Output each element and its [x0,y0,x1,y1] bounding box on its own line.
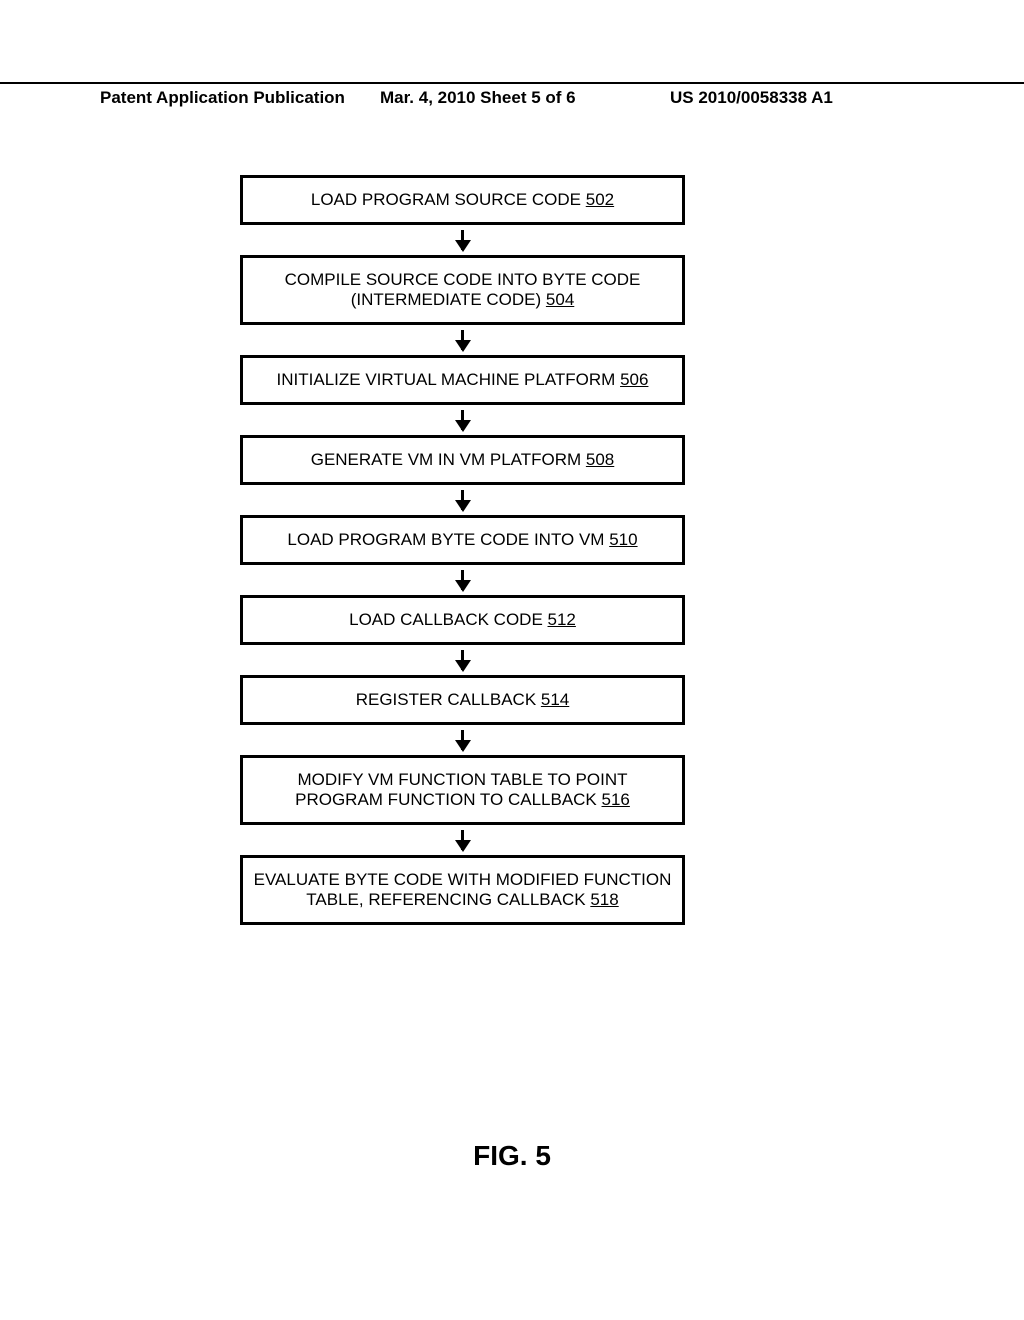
page-header: Patent Application Publication Mar. 4, 2… [0,82,1024,88]
figure-label: FIG. 5 [0,1140,1024,1172]
flow-step-512: LOAD CALLBACK CODE 512 [240,595,685,645]
flow-arrow [240,405,685,435]
step-ref: 512 [548,610,576,629]
flow-arrow [240,325,685,355]
flow-arrow [240,825,685,855]
flowchart: LOAD PROGRAM SOURCE CODE 502 COMPILE SOU… [240,175,685,925]
flow-arrow [240,725,685,755]
flow-step-506: INITIALIZE VIRTUAL MACHINE PLATFORM 506 [240,355,685,405]
flow-arrow [240,645,685,675]
header-publication: Patent Application Publication [100,88,345,108]
step-text: REGISTER CALLBACK [356,690,541,709]
step-ref: 514 [541,690,569,709]
step-ref: 504 [546,290,574,309]
step-ref: 506 [620,370,648,389]
header-date-sheet: Mar. 4, 2010 Sheet 5 of 6 [380,88,576,108]
step-text: LOAD PROGRAM SOURCE CODE [311,190,586,209]
flow-step-504: COMPILE SOURCE CODE INTO BYTE CODE (INTE… [240,255,685,325]
header-patent-number: US 2010/0058338 A1 [670,88,833,108]
step-ref: 502 [586,190,614,209]
step-text: INITIALIZE VIRTUAL MACHINE PLATFORM [277,370,621,389]
flow-step-502: LOAD PROGRAM SOURCE CODE 502 [240,175,685,225]
flow-arrow [240,485,685,515]
flow-arrow [240,565,685,595]
flow-arrow [240,225,685,255]
flow-step-508: GENERATE VM IN VM PLATFORM 508 [240,435,685,485]
flow-step-518: EVALUATE BYTE CODE WITH MODIFIED FUNCTIO… [240,855,685,925]
step-text: GENERATE VM IN VM PLATFORM [311,450,586,469]
flow-step-514: REGISTER CALLBACK 514 [240,675,685,725]
step-ref: 510 [609,530,637,549]
step-text: MODIFY VM FUNCTION TABLE TO POINT PROGRA… [295,770,627,809]
step-ref: 516 [602,790,630,809]
flow-step-510: LOAD PROGRAM BYTE CODE INTO VM 510 [240,515,685,565]
flow-step-516: MODIFY VM FUNCTION TABLE TO POINT PROGRA… [240,755,685,825]
step-ref: 518 [590,890,618,909]
step-ref: 508 [586,450,614,469]
step-text: LOAD PROGRAM BYTE CODE INTO VM [287,530,609,549]
step-text: LOAD CALLBACK CODE [349,610,547,629]
step-text: COMPILE SOURCE CODE INTO BYTE CODE (INTE… [285,270,641,309]
